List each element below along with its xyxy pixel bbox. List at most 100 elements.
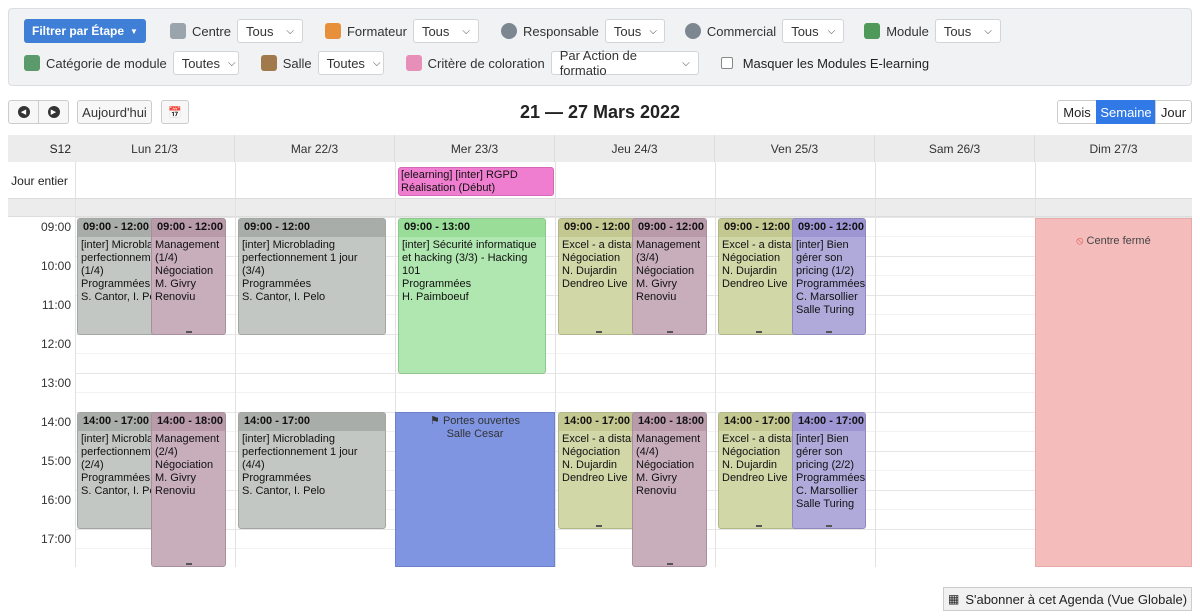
- chevron-down-icon: ⌵: [827, 25, 836, 37]
- filter-formateur-text: Formateur: [346, 23, 407, 39]
- event-time: 14:00 - 17:00: [793, 413, 865, 431]
- resize-handle[interactable]: [756, 331, 762, 333]
- filter-by-step-button[interactable]: Filtrer par Étape ▼: [24, 19, 146, 43]
- filter-formateur-select[interactable]: Tous ⌵: [412, 19, 479, 43]
- event-time: 09:00 - 12:00: [152, 219, 225, 237]
- centre-closed-event[interactable]: ⦸ Centre fermé: [1035, 218, 1192, 567]
- resize-handle[interactable]: [185, 331, 192, 333]
- resize-handle[interactable]: [185, 563, 192, 565]
- event-time: 14:00 - 17:00: [719, 413, 799, 431]
- allday-label: Jour entier: [11, 173, 68, 188]
- time-label: 13:00: [40, 376, 71, 390]
- hide-elearning-checkbox[interactable]: [720, 57, 733, 69]
- event-card[interactable]: 14:00 - 18:00 Management (2/4) Négociati…: [151, 412, 226, 567]
- event-card[interactable]: 14:00 - 18:00 Management (4/4) Négociati…: [632, 412, 707, 567]
- puzzle-icon: [864, 23, 881, 39]
- filter-salle-select[interactable]: Toutes ⌵: [317, 51, 384, 75]
- filter-responsable-select[interactable]: Tous ⌵: [604, 19, 665, 43]
- event-card[interactable]: 14:00 - 17:00 Excel - a distance Négocia…: [718, 412, 800, 529]
- filter-coloration-select[interactable]: Par Action de formatio ⌵: [550, 48, 699, 78]
- event-card[interactable]: 09:00 - 12:00 Management (1/4) Négociati…: [151, 218, 226, 335]
- resize-handle[interactable]: [666, 563, 673, 565]
- sales-icon: [684, 23, 701, 39]
- event-card[interactable]: 14:00 - 17:00 [inter] Microblading perfe…: [238, 412, 386, 529]
- event-card[interactable]: 14:00 - 17:00 Excel - a distance Négocia…: [558, 412, 640, 529]
- filter-commercial-select[interactable]: Tous ⌵: [782, 19, 845, 43]
- filter-centre-label: Centre: [169, 23, 231, 39]
- allday-row: [8, 162, 1192, 199]
- room-icon: [260, 55, 277, 71]
- chevron-down-icon: ⌵: [286, 25, 294, 37]
- caret-down-icon: ▼: [130, 26, 138, 36]
- time-label: 09:00: [40, 220, 71, 234]
- event-card[interactable]: 09:00 - 12:00 Excel - a distance Négocia…: [558, 218, 640, 335]
- day-header[interactable]: Lun 21/3: [75, 135, 235, 162]
- half-hour-line: [75, 353, 1192, 354]
- day-header[interactable]: Dim 27/3: [1035, 135, 1192, 162]
- resize-handle[interactable]: [596, 331, 602, 333]
- filter-coloration-text: Critère de coloration: [427, 55, 545, 71]
- event-card[interactable]: 09:00 - 12:00 Management (3/4) Négociati…: [632, 218, 707, 335]
- event-body: [inter] Bien gérer son pricing (1/2) Pro…: [796, 239, 866, 316]
- event-body: Management (4/4) Négociation M. Givry Re…: [636, 433, 701, 497]
- calendar-icon: ▦: [947, 592, 960, 606]
- event-card[interactable]: 09:00 - 12:00 Excel - a distance Négocia…: [718, 218, 800, 335]
- event-card[interactable]: 09:00 - 12:00 [inter] Microblading perfe…: [238, 218, 386, 335]
- open-house-event[interactable]: ⚑ Portes ouvertes Salle Cesar: [395, 412, 555, 567]
- event-card[interactable]: 09:00 - 12:00 [inter] Bien gérer son pri…: [792, 218, 866, 335]
- event-time: 14:00 - 18:00: [152, 413, 225, 431]
- prev-button[interactable]: ◀: [8, 100, 39, 124]
- calendar-toolbar: 21 — 27 Mars 2022 ◀ ▶ Aujourd'hui 📅 Mois…: [8, 100, 1192, 124]
- subscribe-calendar-button[interactable]: ▦ S'abonner à cet Agenda (Vue Globale): [943, 587, 1192, 611]
- filter-salle-text: Salle: [282, 55, 312, 71]
- day-header[interactable]: Sam 26/3: [875, 135, 1035, 162]
- event-card[interactable]: 09:00 - 12:00 [inter] Microblading perfe…: [77, 218, 159, 335]
- resize-handle[interactable]: [826, 331, 832, 333]
- today-button[interactable]: Aujourd'hui: [77, 100, 152, 124]
- today-label: Aujourd'hui: [82, 104, 147, 120]
- column-line: [875, 162, 876, 567]
- time-label: 10:00: [40, 259, 71, 273]
- resize-handle[interactable]: [666, 331, 673, 333]
- day-header[interactable]: Mar 22/3: [235, 135, 395, 162]
- filter-category-select[interactable]: Toutes ⌵: [172, 51, 239, 75]
- day-header[interactable]: Mer 23/3: [395, 135, 555, 162]
- filter-responsable-value: Tous: [613, 23, 642, 39]
- view-day-button[interactable]: Jour: [1155, 100, 1192, 124]
- filter-centre-value: Tous: [245, 23, 274, 39]
- view-month-button[interactable]: Mois: [1057, 100, 1097, 124]
- event-body: Excel - a distance Négociation N. Dujard…: [562, 239, 639, 290]
- filter-panel: Filtrer par Étape ▼ Centre Tous ⌵ Formate…: [8, 8, 1192, 86]
- day-header[interactable]: Ven 25/3: [715, 135, 875, 162]
- event-body: [inter] Microblading perfectionnement 1 …: [242, 239, 358, 303]
- event-time: 09:00 - 12:00: [559, 219, 639, 237]
- hour-line: [75, 373, 1192, 374]
- event-card[interactable]: 09:00 - 13:00 [inter] Sécurité informati…: [398, 218, 546, 374]
- event-card[interactable]: 14:00 - 17:00 [inter] Microblading perfe…: [77, 412, 159, 529]
- column-line: [235, 162, 236, 567]
- hide-elearning-label: Masquer les Modules E-learning: [742, 55, 930, 71]
- category-icon: [24, 55, 40, 71]
- filter-centre-text: Centre: [191, 23, 231, 39]
- next-button[interactable]: ▶: [38, 100, 69, 124]
- half-hour-line: [75, 392, 1192, 393]
- filter-module-select[interactable]: Tous ⌵: [934, 19, 1001, 43]
- resize-handle[interactable]: [596, 525, 602, 527]
- building-icon: [169, 23, 186, 39]
- open-house-label: Portes ouvertes Salle Cesar: [442, 415, 520, 440]
- day-header[interactable]: Jeu 24/3: [555, 135, 715, 162]
- filter-category-label: Catégorie de module: [24, 55, 167, 71]
- resize-handle[interactable]: [756, 525, 762, 527]
- event-card[interactable]: 14:00 - 17:00 [inter] Bien gérer son pri…: [792, 412, 866, 529]
- allday-event[interactable]: [elearning] [inter] RGPD Réalisation (Dé…: [398, 167, 554, 196]
- calendar-picker-button[interactable]: 📅: [161, 100, 189, 124]
- view-week-button[interactable]: Semaine: [1096, 100, 1156, 124]
- filter-row-2: Catégorie de module Toutes ⌵ Salle Toutes…: [24, 48, 930, 78]
- resize-handle[interactable]: [826, 525, 832, 527]
- column-line: [715, 162, 716, 567]
- time-label: 15:00: [40, 454, 71, 468]
- arrow-left-icon: ◀: [17, 106, 30, 118]
- flag-icon: ⚑: [430, 415, 443, 427]
- filter-centre-select[interactable]: Tous ⌵: [236, 19, 303, 43]
- chevron-down-icon: ⌵: [984, 25, 992, 37]
